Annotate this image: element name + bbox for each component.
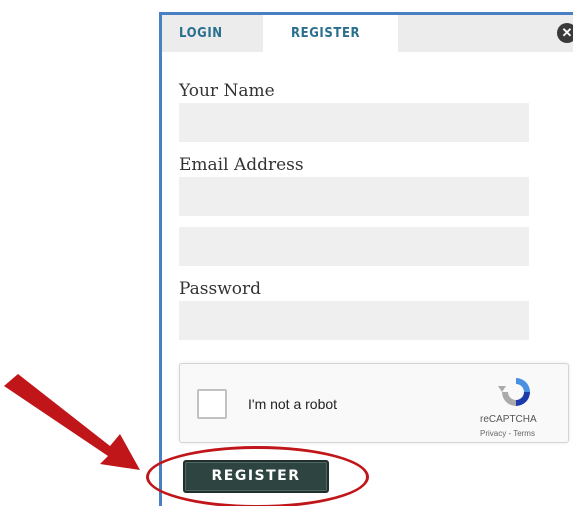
annotation-highlight-ring <box>146 446 369 506</box>
email-label: Email Address <box>179 155 304 175</box>
email-input[interactable] <box>179 177 529 216</box>
recaptcha-links[interactable]: Privacy - Terms <box>480 429 535 438</box>
email-confirm-input[interactable] <box>179 227 529 266</box>
password-input[interactable] <box>179 301 529 340</box>
password-label: Password <box>179 279 262 299</box>
tab-register[interactable]: REGISTER <box>263 15 398 52</box>
close-icon[interactable]: ✕ <box>557 23 573 43</box>
tab-login[interactable]: LOGIN <box>179 15 223 52</box>
recaptcha-brand: reCAPTCHA <box>480 414 537 425</box>
register-panel: LOGIN REGISTER ✕ Your Name Email Address… <box>159 12 573 506</box>
name-input[interactable] <box>179 103 529 142</box>
recaptcha-logo-icon <box>498 378 530 406</box>
annotation-arrow-icon <box>4 374 140 470</box>
recaptcha-checkbox-label: I'm not a robot <box>248 396 338 412</box>
tab-bar: LOGIN REGISTER ✕ <box>162 15 573 52</box>
name-label: Your Name <box>179 81 275 101</box>
recaptcha-checkbox[interactable] <box>197 389 227 419</box>
recaptcha-widget: I'm not a robot reCAPTCHA Privacy - Term… <box>179 363 569 443</box>
